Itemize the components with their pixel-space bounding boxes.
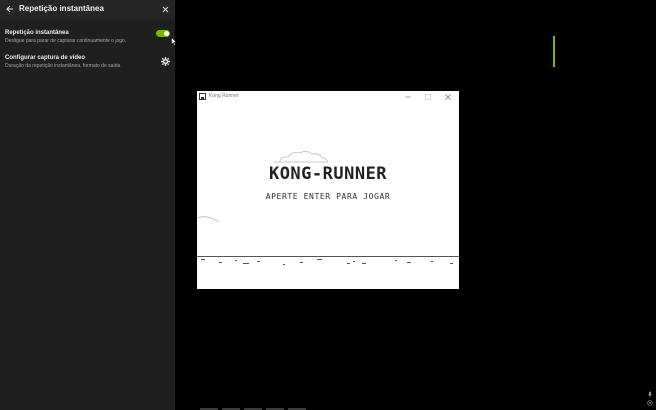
ground-pebble bbox=[347, 263, 350, 264]
microphone-icon[interactable] bbox=[647, 391, 653, 398]
setting-title: Repetição instantânea bbox=[5, 30, 69, 36]
ground-line bbox=[197, 256, 459, 257]
ground-pebble bbox=[201, 259, 205, 260]
video-capture-settings-button[interactable] bbox=[161, 53, 170, 66]
toggle-knob bbox=[164, 31, 169, 36]
setting-video-capture[interactable]: Configurar captura de vídeo Duração da r… bbox=[5, 55, 170, 69]
ground-pebble bbox=[431, 261, 433, 262]
window-titlebar[interactable]: Kong Runner bbox=[197, 91, 459, 103]
panel-header: Repetição instantânea bbox=[0, 0, 175, 19]
arrow-left-icon bbox=[6, 5, 13, 13]
panel-title: Repetição instantânea bbox=[19, 4, 104, 13]
close-icon bbox=[162, 6, 168, 12]
maximize-icon bbox=[425, 94, 431, 100]
setting-instant-replay: Repetição instantânea Desligue para para… bbox=[5, 30, 170, 44]
minimize-button[interactable] bbox=[403, 92, 413, 102]
minimize-icon bbox=[405, 96, 411, 98]
maximize-button[interactable] bbox=[423, 92, 433, 102]
setting-title: Configurar captura de vídeo bbox=[5, 55, 86, 61]
setting-description: Desligue para parar de capturar continua… bbox=[5, 38, 127, 44]
back-button[interactable] bbox=[4, 3, 16, 15]
close-icon bbox=[445, 94, 451, 100]
ground-pebble bbox=[353, 261, 355, 262]
gear-icon bbox=[161, 57, 170, 66]
ground-pebble bbox=[300, 262, 303, 263]
start-prompt: APERTE ENTER PARA JOGAR bbox=[265, 192, 391, 201]
ground-pebble bbox=[219, 262, 222, 263]
instant-replay-panel: Repetição instantânea Repetição instantâ… bbox=[0, 0, 175, 410]
cloud-icon bbox=[197, 216, 220, 223]
window-title: Kong Runner bbox=[209, 93, 239, 99]
ground-pebble bbox=[450, 263, 453, 264]
ground-pebble bbox=[243, 263, 249, 264]
setting-description: Duração da repetição instantânea, format… bbox=[5, 63, 121, 69]
ground-pebble bbox=[395, 260, 397, 261]
camera-icon[interactable] bbox=[647, 400, 653, 406]
instant-replay-toggle[interactable] bbox=[156, 30, 170, 37]
app-icon bbox=[199, 93, 206, 100]
ground-pebble bbox=[407, 262, 411, 263]
ground-pebble bbox=[235, 260, 237, 261]
recording-indicator bbox=[553, 36, 555, 67]
ground-pebble bbox=[283, 264, 285, 265]
ground-pebble bbox=[257, 261, 260, 262]
game-window[interactable]: Kong Runner KONG-RUNNER APERTE ENTER PAR… bbox=[197, 91, 459, 289]
ground-pebble bbox=[362, 263, 366, 264]
game-title: KONG-RUNNER bbox=[268, 164, 388, 184]
screen: Repetição instantânea Repetição instantâ… bbox=[0, 0, 656, 410]
cloud-icon bbox=[274, 150, 329, 163]
ground-pebble bbox=[317, 259, 322, 260]
mouse-cursor-icon bbox=[171, 37, 177, 46]
close-button[interactable] bbox=[159, 3, 171, 15]
window-close-button[interactable] bbox=[443, 92, 453, 102]
